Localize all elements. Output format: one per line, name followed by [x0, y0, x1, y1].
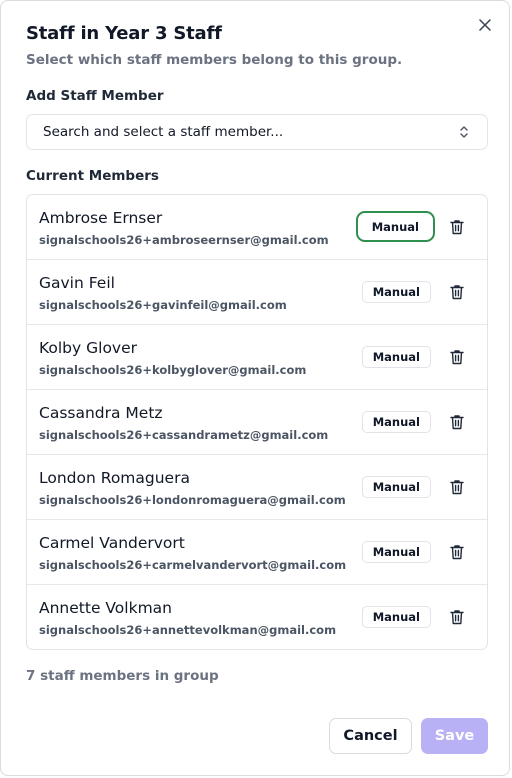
list-item: London Romaguera signalschools26+londonr… — [27, 455, 487, 520]
trash-icon[interactable] — [449, 478, 465, 496]
add-staff-label: Add Staff Member — [26, 88, 164, 104]
members-list: Ambrose Ernser signalschools26+ambroseer… — [26, 194, 488, 650]
member-name: Annette Volkman — [39, 599, 172, 617]
manual-badge[interactable]: Manual — [361, 346, 431, 368]
close-button[interactable] — [475, 15, 495, 35]
current-members-label: Current Members — [26, 168, 159, 184]
list-item: Kolby Glover signalschools26+kolbyglover… — [27, 325, 487, 390]
member-name: Cassandra Metz — [39, 404, 163, 422]
member-name: Kolby Glover — [39, 339, 138, 357]
select-placeholder: Search and select a staff member... — [43, 124, 284, 140]
member-name: Gavin Feil — [39, 274, 115, 292]
trash-icon[interactable] — [449, 608, 465, 626]
close-icon — [479, 19, 491, 31]
member-email: signalschools26+gavinfeil@gmail.com — [39, 298, 287, 312]
member-email: signalschools26+kolbyglover@gmail.com — [39, 363, 307, 377]
member-name: Ambrose Ernser — [39, 209, 163, 227]
member-email: signalschools26+cassandrametz@gmail.com — [39, 428, 329, 442]
manual-badge[interactable]: Manual — [361, 411, 431, 433]
trash-icon[interactable] — [449, 543, 465, 561]
dialog-title: Staff in Year 3 Staff — [26, 23, 222, 44]
trash-icon[interactable] — [449, 348, 465, 366]
trash-icon[interactable] — [449, 283, 465, 301]
member-email: signalschools26+ambroseernser@gmail.com — [39, 233, 329, 247]
list-item: Cassandra Metz signalschools26+cassandra… — [27, 390, 487, 455]
member-email: signalschools26+annettevolkman@gmail.com — [39, 623, 337, 637]
manual-badge[interactable]: Manual — [355, 211, 435, 242]
staff-member-select[interactable]: Search and select a staff member... — [26, 114, 488, 150]
member-email: signalschools26+carmelvandervort@gmail.c… — [39, 558, 347, 572]
manual-badge[interactable]: Manual — [361, 281, 431, 303]
save-button[interactable]: Save — [421, 718, 488, 754]
chevron-up-down-icon — [459, 125, 471, 139]
staff-group-dialog: Staff in Year 3 Staff Select which staff… — [0, 0, 510, 776]
list-item: Gavin Feil signalschools26+gavinfeil@gma… — [27, 260, 487, 325]
dialog-subtitle: Select which staff members belong to thi… — [26, 52, 403, 68]
trash-icon[interactable] — [449, 413, 465, 431]
manual-badge[interactable]: Manual — [361, 476, 431, 498]
member-email: signalschools26+londonromaguera@gmail.co… — [39, 493, 346, 507]
member-name: London Romaguera — [39, 469, 190, 487]
list-item: Ambrose Ernser signalschools26+ambroseer… — [27, 195, 487, 260]
member-name: Carmel Vandervort — [39, 534, 185, 552]
member-count: 7 staff members in group — [26, 668, 219, 684]
trash-icon[interactable] — [449, 218, 465, 236]
manual-badge[interactable]: Manual — [361, 606, 431, 628]
manual-badge[interactable]: Manual — [361, 541, 431, 563]
list-item: Carmel Vandervort signalschools26+carmel… — [27, 520, 487, 585]
cancel-button[interactable]: Cancel — [329, 718, 412, 754]
list-item: Annette Volkman signalschools26+annettev… — [27, 585, 487, 649]
